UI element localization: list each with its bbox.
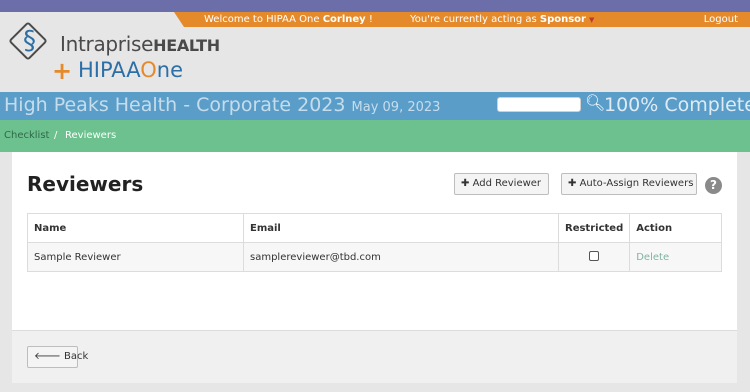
table-header-row: Name Email Restricted Action — [27, 213, 722, 243]
search-icon[interactable]: 🔍︎ — [585, 93, 605, 112]
project-bar: High Peaks Health - Corporate 2023 May 0… — [0, 92, 750, 120]
dna-helix-icon: § — [23, 26, 36, 56]
breadcrumb: Checklist / Reviewers — [0, 120, 750, 152]
logout-link[interactable]: Logout — [704, 12, 738, 27]
intraprise-hipaa-one-logo: § IntrapriseHEALTH + HIPAAOne — [8, 21, 240, 86]
breadcrumb-reviewers: Reviewers — [65, 130, 117, 141]
column-header-restricted: Restricted — [557, 213, 631, 243]
intraprise-health-wordmark: IntrapriseHEALTH — [60, 32, 220, 56]
reviewer-name: Sample Reviewer — [27, 242, 244, 272]
table-row: Sample Reviewer samplereviewer@tbd.com D… — [27, 242, 722, 272]
restricted-cell — [557, 242, 631, 272]
column-header-email: Email — [243, 213, 559, 243]
column-header-action: Action — [629, 213, 722, 243]
project-title: High Peaks Health - Corporate 2023 May 0… — [4, 94, 441, 116]
acting-role-selector[interactable]: You're currently acting as Sponsor ▼ — [410, 12, 594, 28]
breadcrumb-checklist[interactable]: Checklist — [4, 120, 49, 152]
plus-icon: ✚ — [461, 178, 473, 189]
page-title: Reviewers — [27, 172, 144, 196]
breadcrumb-separator: / — [54, 130, 58, 141]
reviewers-panel: Reviewers ✚ Add Reviewer ✚ Auto-Assign R… — [12, 152, 737, 330]
delete-link[interactable]: Delete — [629, 242, 722, 272]
back-button[interactable]: 🡐 Back — [27, 346, 88, 368]
arrow-left-icon: 🡐 — [34, 351, 64, 362]
help-icon[interactable]: ? — [705, 177, 722, 194]
top-strip — [0, 0, 750, 12]
add-reviewer-button[interactable]: ✚ Add Reviewer — [454, 173, 549, 195]
restricted-checkbox[interactable] — [589, 250, 599, 261]
role-name: Sponsor — [539, 14, 586, 25]
progress-label: 100% Complete — [604, 94, 750, 116]
column-header-name: Name — [27, 213, 244, 243]
user-name: Corlney — [322, 14, 366, 25]
reviewer-email: samplereviewer@tbd.com — [243, 242, 559, 272]
progress-bar — [497, 97, 581, 112]
project-date: May 09, 2023 — [351, 100, 441, 115]
reviewers-table: Name Email Restricted Action Sample Revi… — [27, 213, 722, 272]
user-topbar: Welcome to HIPAA One Corlney ! You're cu… — [174, 12, 750, 28]
caret-down-icon: ▼ — [588, 16, 595, 24]
hipaa-one-wordmark: HIPAAOne — [78, 58, 184, 82]
auto-assign-reviewers-button[interactable]: ✚ Auto-Assign Reviewers — [561, 173, 697, 195]
progress-fill — [498, 98, 580, 111]
panel-footer: 🡐 Back — [12, 330, 737, 383]
logo-plus: + — [52, 57, 73, 85]
plus-icon: ✚ — [568, 178, 580, 189]
